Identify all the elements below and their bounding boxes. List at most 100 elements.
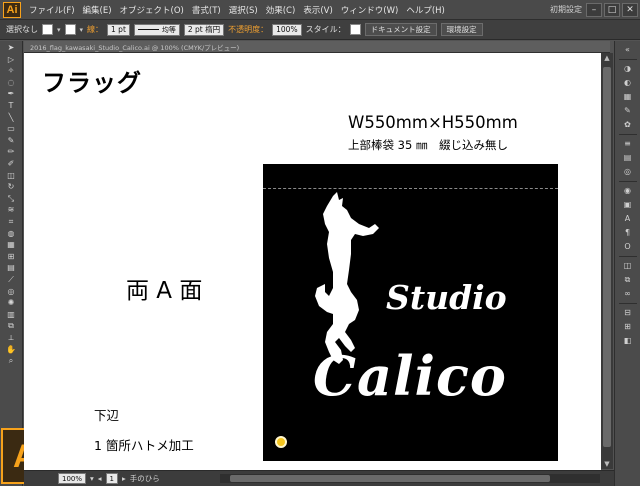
line-tool-icon[interactable]: ╲ bbox=[4, 113, 18, 122]
menu-type[interactable]: 書式(T) bbox=[188, 4, 225, 16]
pen-tool-icon[interactable]: ✒ bbox=[4, 90, 18, 99]
horizontal-scroll-thumb[interactable] bbox=[230, 475, 550, 482]
first-artboard-icon[interactable]: ◂ bbox=[98, 474, 102, 483]
shape-builder-icon[interactable]: ◍ bbox=[4, 229, 18, 238]
grommet-marker bbox=[275, 436, 287, 448]
selection-tool-icon[interactable]: ➤ bbox=[4, 44, 18, 53]
graphic-styles-icon[interactable]: ▣ bbox=[621, 200, 635, 210]
spec-label: 上部棒袋 35 ㎜ 綴じ込み無し bbox=[348, 138, 508, 152]
perspective-grid-icon[interactable]: ▦ bbox=[4, 241, 18, 250]
brush-select[interactable]: 2 pt 楕円 bbox=[183, 23, 225, 36]
menu-edit[interactable]: 編集(E) bbox=[79, 4, 116, 16]
stroke-profile-select[interactable]: 均等 bbox=[133, 23, 180, 36]
flag-line-calico: Calico bbox=[313, 344, 507, 408]
blend-icon[interactable]: ◎ bbox=[4, 287, 18, 296]
menu-effect[interactable]: 効果(C) bbox=[262, 4, 300, 16]
chevron-down-icon[interactable]: ▾ bbox=[90, 474, 94, 483]
zoom-field[interactable]: 100% bbox=[58, 473, 87, 484]
opacity-label[interactable]: 不透明度： bbox=[228, 24, 268, 35]
maximize-button[interactable]: □ bbox=[604, 2, 620, 17]
gradient-icon[interactable]: ▤ bbox=[4, 264, 18, 273]
character-icon[interactable]: A bbox=[621, 214, 635, 224]
magic-wand-icon[interactable]: ✧ bbox=[4, 67, 18, 76]
menu-window[interactable]: ウィンドウ(W) bbox=[337, 4, 403, 16]
swatches-icon[interactable]: ▦ bbox=[621, 92, 635, 102]
vertical-scroll-thumb[interactable] bbox=[603, 67, 611, 447]
artboard-tool-icon[interactable]: ⧉ bbox=[4, 322, 18, 331]
column-graph-icon[interactable]: ▥ bbox=[4, 310, 18, 319]
eraser-icon[interactable]: ◫ bbox=[4, 171, 18, 180]
rotate-icon[interactable]: ↻ bbox=[4, 183, 18, 192]
menu-view[interactable]: 表示(V) bbox=[299, 4, 336, 16]
mesh-icon[interactable]: ⊞ bbox=[4, 252, 18, 261]
artboards-icon[interactable]: ⧉ bbox=[621, 275, 635, 285]
app-logo: Ai bbox=[3, 1, 21, 18]
menu-select[interactable]: 選択(S) bbox=[225, 4, 262, 16]
menu-object[interactable]: オブジェクト(O) bbox=[116, 4, 188, 16]
artboard-number-field[interactable]: 1 bbox=[105, 473, 119, 484]
selection-status: 選択なし bbox=[6, 25, 38, 34]
stroke-panel-icon[interactable]: ≡ bbox=[621, 139, 635, 149]
color-panel-icon[interactable]: ◑ bbox=[621, 64, 635, 74]
blob-brush-icon[interactable]: ✐ bbox=[4, 160, 18, 169]
control-bar: 選択なし ▾ ▾ 線： 1 pt 均等 2 pt 楕円 不透明度： 100% ス… bbox=[0, 20, 640, 40]
style-swatch[interactable] bbox=[349, 24, 361, 35]
minimize-button[interactable]: – bbox=[586, 2, 602, 17]
rectangle-tool-icon[interactable]: ▭ bbox=[4, 125, 18, 134]
paragraph-icon[interactable]: ¶ bbox=[621, 228, 635, 238]
sides-label: 両 A 面 bbox=[126, 278, 203, 304]
workspace-switcher[interactable]: 初期設定 bbox=[546, 4, 586, 15]
horizontal-scrollbar[interactable] bbox=[220, 474, 600, 483]
chevron-down-icon[interactable]: ▾ bbox=[57, 26, 61, 34]
free-transform-icon[interactable]: ⌗ bbox=[4, 218, 18, 227]
opacity-field[interactable]: 100% bbox=[272, 23, 302, 36]
zoom-icon[interactable]: ⌕ bbox=[4, 357, 18, 366]
slice-icon[interactable]: ⟂ bbox=[4, 333, 18, 342]
symbols-icon[interactable]: ✿ bbox=[621, 120, 635, 130]
layers-icon[interactable]: ◫ bbox=[621, 261, 635, 271]
appearance-icon[interactable]: ◉ bbox=[621, 186, 635, 196]
hand-tool-icon[interactable]: ✋ bbox=[4, 345, 18, 354]
next-artboard-icon[interactable]: ▸ bbox=[122, 474, 126, 483]
gradient-panel-icon[interactable]: ▤ bbox=[621, 153, 635, 163]
stroke-weight-field[interactable]: 1 pt bbox=[107, 23, 130, 36]
eyedropper-icon[interactable]: ⟋ bbox=[4, 275, 18, 284]
menu-file[interactable]: ファイル(F) bbox=[25, 4, 79, 16]
links-icon[interactable]: ∞ bbox=[621, 289, 635, 299]
brushes-icon[interactable]: ✎ bbox=[621, 106, 635, 116]
transparency-icon[interactable]: ◎ bbox=[621, 167, 635, 177]
menu-help[interactable]: ヘルプ(H) bbox=[402, 4, 449, 16]
scroll-down-icon[interactable]: ▼ bbox=[601, 459, 613, 469]
panel-collapse-icon[interactable]: « bbox=[621, 45, 635, 55]
tools-panel: ➤ ▷ ✧ ◌ ✒ T ╲ ▭ ✎ ✏ ✐ ◫ ↻ ⤡ ≋ ⌗ ◍ ▦ ⊞ ▤ … bbox=[0, 41, 23, 486]
scale-icon[interactable]: ⤡ bbox=[4, 194, 18, 203]
align-icon[interactable]: ⊟ bbox=[621, 308, 635, 318]
chevron-down-icon[interactable]: ▾ bbox=[80, 26, 84, 34]
stroke-label[interactable]: 線： bbox=[87, 24, 103, 35]
vertical-scrollbar[interactable]: ▲ ▼ bbox=[601, 53, 613, 469]
color-guide-icon[interactable]: ◐ bbox=[621, 78, 635, 88]
paintbrush-icon[interactable]: ✎ bbox=[4, 136, 18, 145]
opentype-icon[interactable]: O bbox=[621, 242, 635, 252]
flag-design[interactable]: Studio Calico bbox=[263, 164, 558, 461]
document-tab[interactable]: 2016_flag_kawasaki_Studio_Calico.ai @ 10… bbox=[24, 41, 610, 53]
pathfinder-icon[interactable]: ◧ bbox=[621, 336, 635, 346]
transform-icon[interactable]: ⊞ bbox=[621, 322, 635, 332]
direct-selection-tool-icon[interactable]: ▷ bbox=[4, 55, 18, 64]
preferences-button[interactable]: 環境設定 bbox=[440, 23, 483, 36]
width-tool-icon[interactable]: ≋ bbox=[4, 206, 18, 215]
scroll-up-icon[interactable]: ▲ bbox=[601, 53, 613, 63]
lasso-icon[interactable]: ◌ bbox=[4, 78, 18, 87]
artboard[interactable]: フラッグ W550mm×H550mm 上部棒袋 35 ㎜ 綴じ込み無し 両 A … bbox=[24, 53, 601, 470]
stroke-swatch[interactable] bbox=[64, 24, 76, 35]
bottom-edge-label: 下辺 bbox=[94, 408, 120, 423]
pencil-icon[interactable]: ✏ bbox=[4, 148, 18, 157]
document-title[interactable]: 2016_flag_kawasaki_Studio_Calico.ai @ 10… bbox=[30, 42, 239, 52]
panel-dock: « ◑ ◐ ▦ ✎ ✿ ≡ ▤ ◎ ◉ ▣ A ¶ O ◫ ⧉ ∞ ⊟ ⊞ ◧ bbox=[614, 41, 640, 486]
fill-swatch[interactable] bbox=[42, 24, 53, 35]
close-button[interactable]: ✕ bbox=[622, 2, 638, 17]
symbol-sprayer-icon[interactable]: ✺ bbox=[4, 299, 18, 308]
type-tool-icon[interactable]: T bbox=[4, 102, 18, 111]
document-setup-button[interactable]: ドキュメント設定 bbox=[364, 23, 437, 36]
style-label: スタイル： bbox=[305, 25, 346, 34]
